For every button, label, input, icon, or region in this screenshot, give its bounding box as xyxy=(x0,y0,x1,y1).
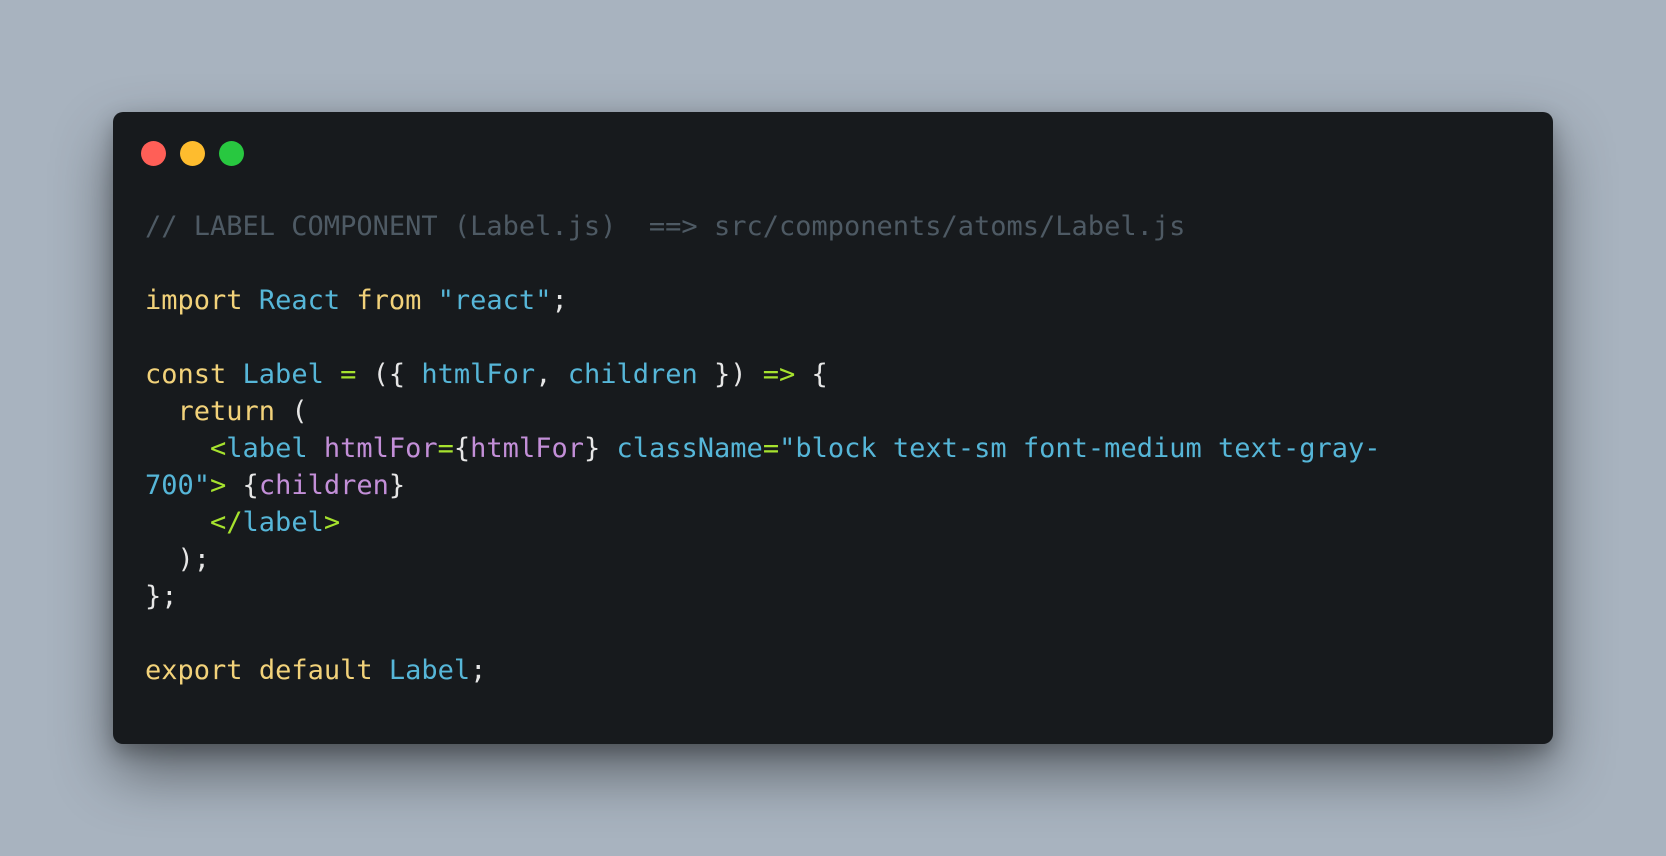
close-dot[interactable] xyxy=(141,141,166,166)
window-controls xyxy=(141,141,244,166)
code-token-operator: = xyxy=(340,359,357,390)
code-token-punctuation: ( xyxy=(275,396,308,427)
code-token-keyword: from xyxy=(356,285,422,316)
code-line: export default Label; xyxy=(145,652,1533,689)
code-token-punctuation xyxy=(145,433,210,464)
code-token-punctuation xyxy=(145,507,210,538)
code-token-punctuation xyxy=(243,285,259,316)
code-token-punctuation xyxy=(340,285,356,316)
code-token-punctuation xyxy=(373,655,389,686)
code-token-identifier: label xyxy=(242,507,324,538)
code-block: // LABEL COMPONENT (Label.js) ==> src/co… xyxy=(145,208,1533,689)
code-line: const Label = ({ htmlFor, children }) =>… xyxy=(145,356,1533,393)
code-token-punctuation: }; xyxy=(145,581,178,612)
maximize-dot[interactable] xyxy=(219,141,244,166)
code-line: <label htmlFor={htmlFor} className="bloc… xyxy=(145,430,1533,467)
code-token-punctuation xyxy=(226,359,242,390)
code-line: ); xyxy=(145,541,1533,578)
code-token-keyword: export xyxy=(145,655,243,686)
code-token-operator: = xyxy=(762,433,780,464)
code-token-operator: = xyxy=(437,433,454,464)
code-token-operator: </ xyxy=(210,507,243,538)
code-token-keyword: default xyxy=(258,655,373,686)
code-token-attribute: children xyxy=(258,470,389,501)
code-token-identifier: children xyxy=(567,359,698,390)
code-token-string: "react" xyxy=(437,285,552,316)
code-token-operator: => xyxy=(762,359,796,390)
code-token-identifier: Label xyxy=(388,655,471,686)
code-token-identifier: htmlFor xyxy=(421,359,536,390)
code-token-punctuation xyxy=(600,433,616,464)
code-token-comment: // LABEL COMPONENT (Label.js) ==> src/co… xyxy=(145,211,1186,242)
code-line: }; xyxy=(145,578,1533,615)
code-token-operator: > xyxy=(323,507,341,538)
code-token-punctuation: ; xyxy=(551,285,568,316)
code-line: import React from "react"; xyxy=(145,282,1533,319)
code-token-string: 700" xyxy=(145,470,211,501)
code-token-identifier: className xyxy=(616,433,763,464)
code-token-punctuation xyxy=(308,433,324,464)
code-token-attribute: htmlFor xyxy=(323,433,438,464)
code-token-string: "block text-sm font-medium text-gray- xyxy=(779,433,1381,464)
code-token-identifier: React xyxy=(258,285,341,316)
code-token-punctuation: ); xyxy=(145,544,211,575)
code-token-attribute: htmlFor xyxy=(470,433,584,464)
code-token-punctuation: { xyxy=(453,433,471,464)
code-token-punctuation: { xyxy=(795,359,828,390)
code-token-punctuation xyxy=(145,396,178,427)
code-token-punctuation: ({ xyxy=(356,359,422,390)
code-token-punctuation: ; xyxy=(470,655,487,686)
minimize-dot[interactable] xyxy=(180,141,205,166)
code-token-punctuation: }) xyxy=(697,359,763,390)
code-token-identifier: label xyxy=(226,433,308,464)
code-window: // LABEL COMPONENT (Label.js) ==> src/co… xyxy=(113,112,1553,744)
code-token-keyword: const xyxy=(145,359,227,390)
code-token-operator: > xyxy=(210,470,227,501)
code-line: 700"> {children} xyxy=(145,467,1533,504)
code-token-punctuation: } xyxy=(388,470,406,501)
code-line: return ( xyxy=(145,393,1533,430)
code-token-punctuation: , xyxy=(535,359,568,390)
code-token-punctuation xyxy=(243,655,259,686)
code-line: </label> xyxy=(145,504,1533,541)
code-token-punctuation: } xyxy=(583,433,601,464)
code-token-identifier: Label xyxy=(242,359,324,390)
code-line: // LABEL COMPONENT (Label.js) ==> src/co… xyxy=(145,208,1533,245)
code-token-keyword: return xyxy=(177,396,276,427)
code-token-keyword: import xyxy=(145,285,243,316)
code-token-operator: < xyxy=(210,433,227,464)
code-token-punctuation xyxy=(421,285,437,316)
code-token-punctuation: { xyxy=(226,470,259,501)
code-token-punctuation xyxy=(324,359,340,390)
